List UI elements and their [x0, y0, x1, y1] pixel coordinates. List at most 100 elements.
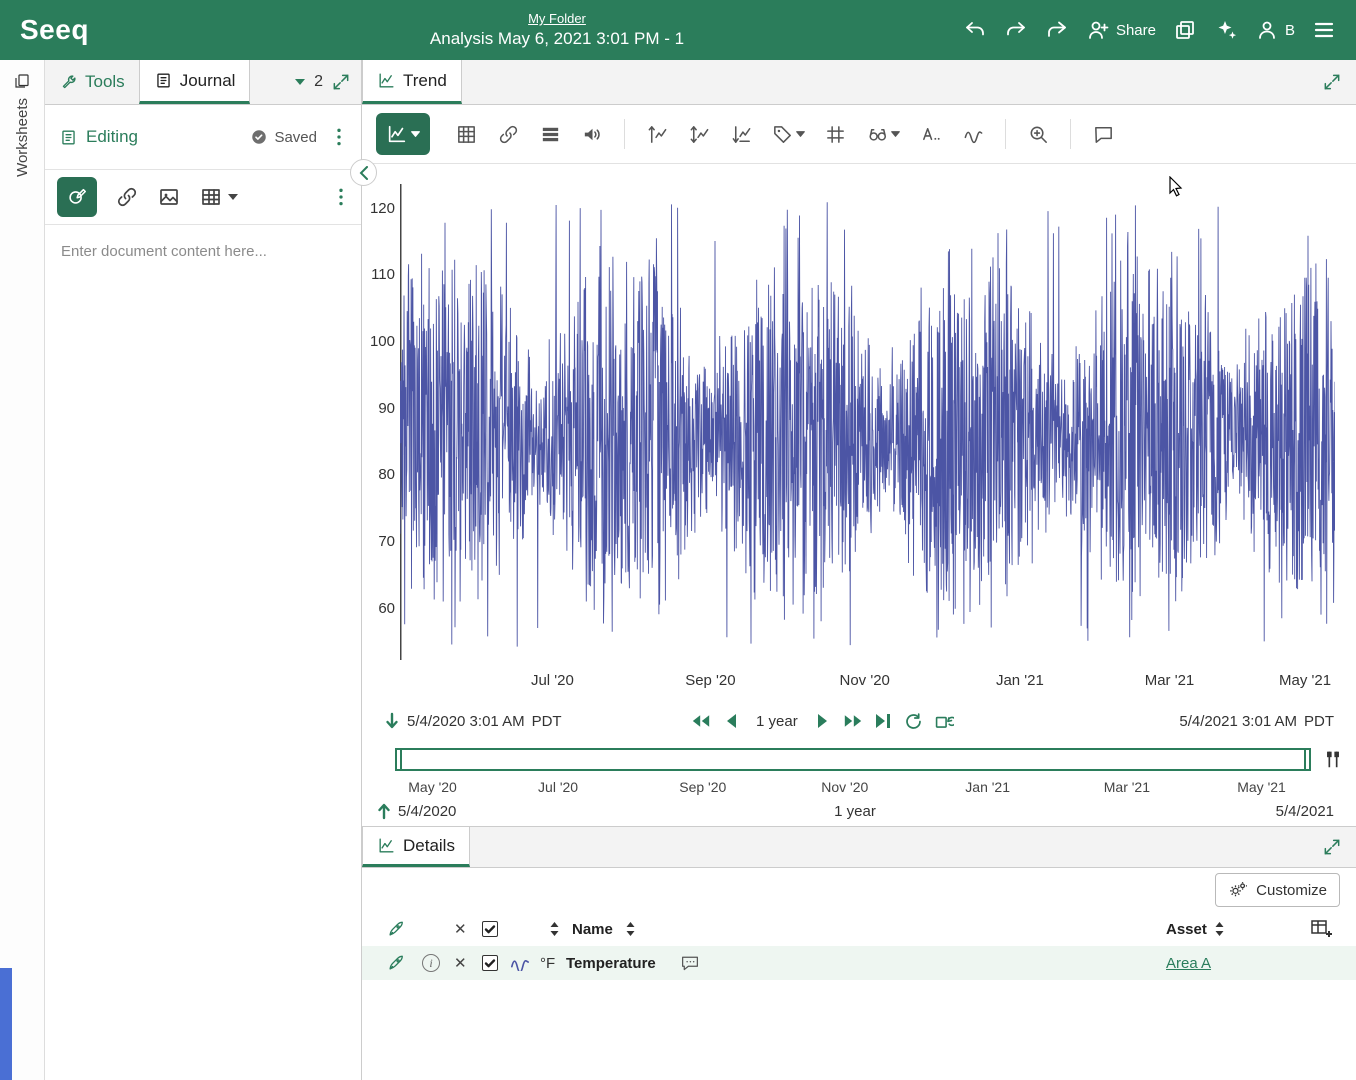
temperature-series [400, 202, 1335, 646]
samples-button[interactable] [955, 116, 991, 152]
one-axis-button[interactable] [681, 116, 717, 152]
timeline-duration[interactable]: 1 year [834, 803, 876, 820]
asset-column-header[interactable]: Asset [1166, 921, 1207, 938]
name-column-header[interactable]: Name [572, 921, 613, 938]
remove-item-icon[interactable]: ✕ [454, 954, 467, 972]
sort-icon[interactable] [1213, 921, 1226, 937]
rocket-icon[interactable] [386, 953, 406, 973]
worksheets-rail[interactable]: Worksheets [0, 60, 45, 1080]
redo-icon[interactable] [1004, 18, 1028, 42]
journal-toolbar-kebab-icon[interactable] [333, 187, 349, 207]
item-name[interactable]: Temperature [566, 955, 656, 972]
info-icon[interactable]: i [422, 954, 440, 972]
timeline-left-handle[interactable] [395, 748, 402, 771]
step-back-large-icon[interactable] [692, 712, 710, 730]
share-button[interactable]: Share [1086, 18, 1156, 42]
stack-axes-button[interactable] [723, 116, 759, 152]
tab-tools[interactable]: Tools [45, 60, 139, 104]
journal-status-row: Editing Saved [45, 105, 361, 169]
collapse-panel-button[interactable] [350, 159, 377, 186]
comment-icon [1092, 123, 1115, 146]
timeline-range-bar[interactable] [395, 748, 1311, 771]
samples-table-button[interactable] [448, 116, 484, 152]
timeline-end-value[interactable]: 5/4/2021 [1276, 803, 1334, 820]
journal-count: 2 [314, 73, 323, 91]
insert-table-button[interactable] [199, 185, 239, 209]
expand-journal-icon[interactable] [331, 72, 351, 92]
one-lane-button[interactable] [639, 116, 675, 152]
capsule-lanes-button[interactable] [532, 116, 568, 152]
item-checkbox[interactable] [482, 955, 498, 971]
y-axis-tick: 80 [362, 466, 395, 483]
worksheet-active-indicator[interactable] [0, 968, 12, 1080]
breadcrumb[interactable]: My Folder [430, 11, 684, 26]
add-column-icon[interactable] [1310, 918, 1334, 940]
select-all-checkbox[interactable] [482, 921, 498, 937]
step-back-icon[interactable] [722, 712, 740, 730]
zoom-button[interactable] [1020, 116, 1056, 152]
gridlines-button[interactable] [817, 116, 853, 152]
share-forward-icon[interactable] [1045, 18, 1069, 42]
user-menu[interactable]: B [1255, 18, 1295, 42]
refresh-icon[interactable] [904, 712, 923, 731]
link-icon[interactable] [115, 185, 139, 209]
journal-panel: Tools Journal 2 Editing Saved [45, 60, 362, 1080]
duplicate-icon[interactable] [1173, 18, 1197, 42]
stack-axes-icon [730, 123, 753, 146]
details-row-temperature[interactable]: i ✕ °F Temperature Area A [362, 946, 1356, 980]
x-axis-tick: Jul '20 [517, 672, 587, 689]
timeline-tick: Sep '20 [671, 779, 735, 795]
display-range-row: 5/4/2020 3:01 AM PDT 1 year 5/4/2021 3:0… [362, 705, 1356, 737]
customize-button[interactable]: Customize [1215, 873, 1340, 907]
step-forward-icon[interactable] [814, 712, 832, 730]
range-end[interactable]: 5/4/2021 3:01 AM PDT [1179, 713, 1334, 730]
comment-icon[interactable] [680, 954, 700, 972]
image-icon[interactable] [157, 185, 181, 209]
sort-icon[interactable] [548, 921, 561, 937]
speaker-icon [581, 123, 604, 146]
timeline-options-icon[interactable] [1322, 748, 1344, 770]
speaker-button[interactable] [574, 116, 610, 152]
capsule-time-button[interactable] [859, 116, 907, 152]
timeline-right-handle[interactable] [1304, 748, 1311, 771]
tag-button[interactable] [765, 116, 811, 152]
tab-trend[interactable]: Trend [362, 60, 462, 104]
labels-icon [920, 123, 943, 146]
labels-button[interactable] [913, 116, 949, 152]
timeline-start-value[interactable]: 5/4/2020 [398, 803, 456, 820]
sort-icon[interactable] [624, 921, 637, 937]
range-start-arrow-icon [384, 712, 400, 730]
signal-plot[interactable] [400, 182, 1335, 662]
sparkles-icon[interactable] [1214, 18, 1238, 42]
tab-tools-label: Tools [85, 72, 125, 92]
timeline-start[interactable]: 5/4/2020 [376, 802, 456, 820]
range-duration[interactable]: 1 year [756, 713, 798, 730]
range-start-value[interactable]: 5/4/2020 3:01 AM [407, 713, 525, 730]
caret-down-icon [227, 193, 239, 201]
expand-details-icon[interactable] [1322, 837, 1342, 857]
range-end-tz: PDT [1304, 713, 1334, 730]
trend-chart-icon [377, 71, 396, 90]
range-end-value[interactable]: 5/4/2021 3:01 AM [1179, 713, 1297, 730]
rocket-icon[interactable] [386, 919, 406, 939]
asset-link[interactable]: Area A [1166, 955, 1211, 972]
range-start[interactable]: 5/4/2020 3:01 AM PDT [384, 712, 562, 730]
trend-chart[interactable]: 12011010090807060 Jul '20Sep '20Nov '20J… [362, 164, 1356, 704]
tab-journal[interactable]: Journal [139, 60, 251, 104]
caret-down-icon[interactable] [294, 78, 306, 86]
undo-icon[interactable] [963, 18, 987, 42]
remove-all-icon[interactable]: ✕ [454, 920, 467, 938]
trend-view-button[interactable] [376, 113, 430, 155]
tab-details[interactable]: Details [362, 827, 470, 867]
chevron-left-icon [359, 166, 369, 180]
go-to-end-icon[interactable] [874, 712, 892, 730]
auto-update-icon[interactable] [935, 712, 954, 731]
step-forward-large-icon[interactable] [844, 712, 862, 730]
expand-trend-icon[interactable] [1322, 72, 1342, 92]
annotate-button[interactable] [57, 177, 97, 217]
hamburger-icon[interactable] [1312, 18, 1336, 42]
comment-button[interactable] [1085, 116, 1121, 152]
journal-document-input[interactable]: Enter document content here... [45, 225, 361, 278]
journal-kebab-icon[interactable] [331, 127, 347, 147]
item-link-button[interactable] [490, 116, 526, 152]
